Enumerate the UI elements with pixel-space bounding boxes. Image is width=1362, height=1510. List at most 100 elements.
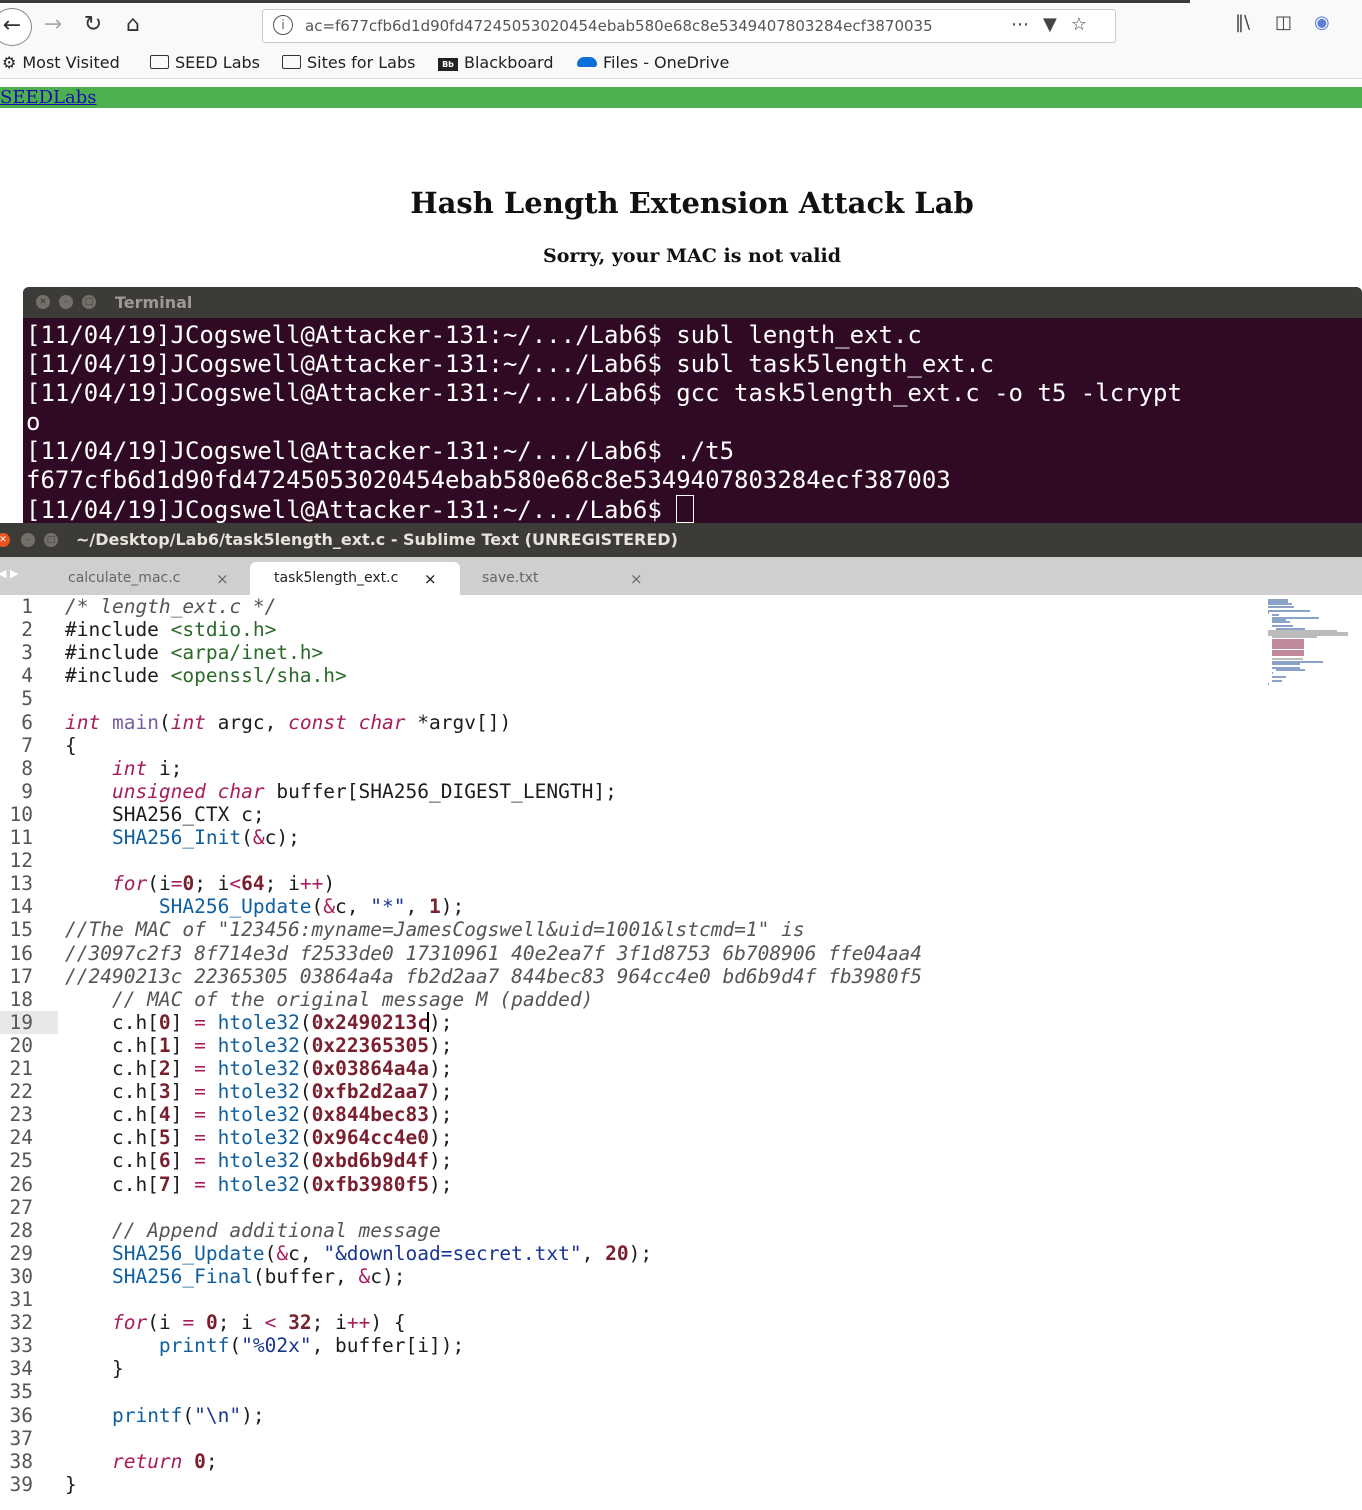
extension-icon[interactable]: ◉ (1314, 12, 1330, 33)
code-text: SHA256_Update(&c, "&download=secret.txt"… (111, 1241, 653, 1265)
url-text[interactable]: ac=f677cfb6d1d90fd47245053020454ebab580e… (305, 17, 945, 35)
line-number: 17 (9, 964, 33, 988)
library-icon[interactable]: ‖\ (1235, 12, 1250, 33)
close-tab-icon[interactable]: × (216, 570, 229, 588)
code-line[interactable]: 35 (0, 1380, 1362, 1403)
terminal-output[interactable]: [11/04/19]JCogswell@Attacker-131:~/.../L… (23, 318, 1362, 523)
line-number: 5 (21, 687, 33, 711)
back-arrow-icon[interactable]: ← (0, 8, 32, 46)
code-line[interactable]: 14 SHA256_Update(&c, "*", 1); (0, 895, 1362, 918)
bookmark-seed-labs[interactable]: SEED Labs (150, 53, 260, 72)
code-line[interactable]: 20 c.h[1] = htole32(0x22365305); (0, 1034, 1362, 1057)
code-line[interactable]: 32 for(i = 0; i < 32; i++) { (0, 1311, 1362, 1334)
sublime-titlebar[interactable]: ✕ – □ ~/Desktop/Lab6/task5length_ext.c -… (0, 523, 1362, 557)
bookmark-sites-for-labs[interactable]: Sites for Labs (282, 53, 415, 72)
code-line[interactable]: 27 (0, 1196, 1362, 1219)
code-text: //3097c2f3 8f714e3d f2533de0 17310961 40… (65, 941, 923, 965)
tab-scroll-arrows-icon[interactable]: ◀ ▶ (0, 567, 18, 580)
blackboard-icon: Bb (438, 58, 458, 71)
code-text: /* length_ext.c */ (65, 595, 277, 618)
close-icon[interactable]: ✕ (36, 295, 50, 309)
code-line[interactable]: 7{ (0, 734, 1362, 757)
tab-calculate-mac[interactable]: calculate_mac.c × (44, 562, 242, 595)
code-line[interactable]: 33 printf("%02x", buffer[i]); (0, 1334, 1362, 1357)
line-number: 33 (9, 1334, 33, 1358)
terminal-prompt-line[interactable]: [11/04/19]JCogswell@Attacker-131:~/.../L… (26, 495, 1362, 523)
code-line[interactable]: 4 #include <openssl/sha.h> (0, 664, 1362, 687)
code-line[interactable]: 13 for(i=0; i<64; i++) (0, 872, 1362, 895)
code-line[interactable]: 12 (0, 849, 1362, 872)
code-line[interactable]: 17 //2490213c 22365305 03864a4a fb2d2aa7 … (0, 965, 1362, 988)
close-tab-icon[interactable]: × (630, 570, 643, 588)
code-line[interactable]: 3 #include <arpa/inet.h> (0, 641, 1362, 664)
maximize-icon[interactable]: □ (44, 533, 58, 547)
line-number: 29 (9, 1241, 33, 1265)
pocket-icon[interactable]: ▼ (1043, 14, 1071, 35)
code-line[interactable]: 22 c.h[3] = htole32(0xfb2d2aa7); (0, 1080, 1362, 1103)
code-text: //2490213c 22365305 03864a4a fb2d2aa7 84… (65, 964, 923, 988)
tab-save-txt[interactable]: save.txt × (458, 562, 664, 595)
forward-arrow-icon[interactable]: → (38, 10, 68, 40)
code-line[interactable]: 9 unsigned char buffer[SHA256_DIGEST_LEN… (0, 780, 1362, 803)
sublime-title: ~/Desktop/Lab6/task5length_ext.c - Subli… (76, 530, 678, 549)
code-line[interactable]: 15 //The MAC of "123456:myname=JamesCogsw… (0, 918, 1362, 941)
code-line[interactable]: 2 #include <stdio.h> (0, 618, 1362, 641)
line-number: 4 (21, 664, 33, 688)
code-line[interactable]: 25 c.h[6] = htole32(0xbd6b9d4f); (0, 1149, 1362, 1172)
code-line[interactable]: 21 c.h[2] = htole32(0x03864a4a); (0, 1057, 1362, 1080)
code-line[interactable]: 11 SHA256_Init(&c); (0, 826, 1362, 849)
maximize-icon[interactable]: □ (82, 295, 96, 309)
bookmark-onedrive[interactable]: Files - OneDrive (577, 53, 729, 72)
url-bar[interactable]: i ac=f677cfb6d1d90fd47245053020454ebab58… (262, 9, 1116, 43)
code-text: int i; (111, 756, 183, 780)
terminal-cursor (676, 495, 695, 523)
terminal-line: o (26, 408, 41, 436)
more-icon[interactable]: ⋯ (1011, 14, 1043, 35)
line-number: 28 (9, 1218, 33, 1242)
sidebar-icon[interactable]: ◫ (1275, 12, 1292, 33)
code-line[interactable]: 8 int i; (0, 757, 1362, 780)
code-line[interactable]: 10 SHA256_CTX c; (0, 803, 1362, 826)
current-code-line[interactable]: 19 c.h[0] = htole32(0x2490213c); (0, 1010, 1362, 1034)
info-icon[interactable]: i (273, 15, 293, 35)
code-line[interactable]: 39} (0, 1473, 1362, 1496)
text-cursor (427, 1011, 429, 1032)
terminal-line: [11/04/19]JCogswell@Attacker-131:~/.../L… (26, 437, 735, 465)
code-line[interactable]: 6 int main(int argc, const char *argv[]) (0, 711, 1362, 734)
code-line[interactable]: 24 c.h[5] = htole32(0x964cc4e0); (0, 1126, 1362, 1149)
tab-task5length-ext[interactable]: task5length_ext.c × (250, 562, 460, 595)
reload-icon[interactable]: ↻ (78, 10, 108, 40)
code-line[interactable]: 23 c.h[4] = htole32(0x844bec83); (0, 1103, 1362, 1126)
close-tab-icon[interactable]: × (424, 570, 437, 588)
seedlabs-link[interactable]: SEEDLabs (0, 87, 97, 108)
code-line[interactable]: 29 SHA256_Update(&c, "&download=secret.t… (0, 1242, 1362, 1265)
home-icon[interactable]: ⌂ (118, 10, 148, 40)
code-text: for(i = 0; i < 32; i++) { (111, 1311, 406, 1335)
code-line[interactable]: 34 } (0, 1357, 1362, 1380)
terminal-window[interactable]: ✕ – □ Terminal [11/04/19]JCogswell@Attac… (23, 287, 1362, 523)
code-line[interactable]: 5 (0, 687, 1362, 710)
star-icon[interactable]: ☆ (1071, 14, 1101, 35)
bookmark-blackboard[interactable]: Bb Blackboard (438, 53, 554, 72)
code-editor[interactable]: 1 /* length_ext.c */ 2 #include <stdio.h> 3 #… (0, 595, 1362, 1510)
code-line[interactable]: 26 c.h[7] = htole32(0xfb3980f5); (0, 1173, 1362, 1196)
minimize-icon[interactable]: – (21, 533, 35, 547)
code-line[interactable]: 18 // MAC of the original message M (pad… (0, 988, 1362, 1011)
code-line[interactable]: 28 // Append additional message (0, 1219, 1362, 1242)
code-line[interactable]: 1 /* length_ext.c */ (0, 595, 1362, 618)
code-text: #include <stdio.h> (65, 618, 277, 642)
code-line[interactable]: 38 return 0; (0, 1450, 1362, 1473)
code-line[interactable]: 30 SHA256_Final(buffer, &c); (0, 1265, 1362, 1288)
bookmark-most-visited[interactable]: ⚙ Most Visited (2, 53, 120, 72)
code-text: return 0; (111, 1449, 218, 1473)
code-line[interactable]: 16 //3097c2f3 8f714e3d f2533de0 17310961 … (0, 942, 1362, 965)
minimize-icon[interactable]: – (59, 295, 73, 309)
code-line[interactable]: 37 (0, 1427, 1362, 1450)
code-text: } (65, 1472, 77, 1496)
line-number: 10 (9, 802, 33, 826)
close-icon[interactable]: ✕ (0, 533, 10, 547)
terminal-titlebar[interactable]: ✕ – □ Terminal (23, 287, 1362, 318)
code-line[interactable]: 31 (0, 1288, 1362, 1311)
sublime-window[interactable]: ✕ – □ ~/Desktop/Lab6/task5length_ext.c -… (0, 523, 1362, 1510)
code-line[interactable]: 36 printf("\n"); (0, 1404, 1362, 1427)
